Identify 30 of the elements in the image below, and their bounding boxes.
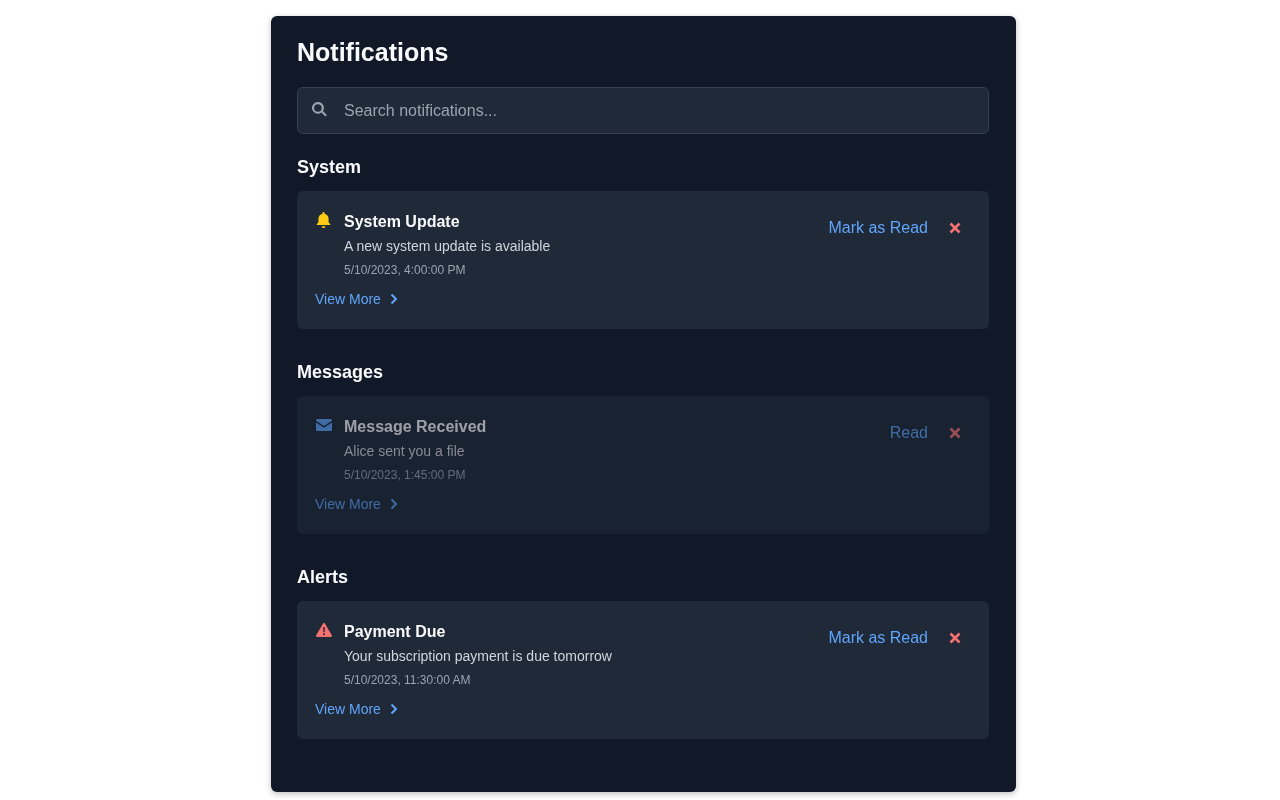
warning-icon	[316, 623, 332, 637]
envelope-icon	[316, 419, 332, 431]
notification-time: 5/10/2023, 1:45:00 PM	[344, 467, 466, 483]
notification-message: Alice sent you a file	[344, 442, 465, 461]
notification-time: 5/10/2023, 11:30:00 AM	[344, 672, 471, 688]
close-icon	[949, 427, 961, 439]
search-icon	[312, 102, 327, 117]
view-more-link[interactable]: View More	[315, 699, 398, 719]
notification-title: Payment Due	[344, 622, 446, 642]
close-icon	[949, 632, 961, 644]
search-field[interactable]: Search notifications...	[297, 87, 989, 134]
view-more-link[interactable]: View More	[315, 494, 398, 514]
close-icon	[949, 222, 961, 234]
mark-read-button[interactable]: Read	[889, 422, 928, 444]
chevron-right-icon	[389, 293, 398, 305]
section-heading: Messages	[297, 361, 385, 384]
chevron-right-icon	[389, 703, 398, 715]
notification-title: System Update	[344, 212, 460, 232]
view-more-link[interactable]: View More	[315, 289, 398, 309]
notification-title: Message Received	[344, 417, 487, 437]
section-heading: Alerts	[297, 566, 350, 589]
mark-read-button[interactable]: Mark as Read	[828, 627, 928, 649]
mark-read-button[interactable]: Mark as Read	[828, 217, 928, 239]
notification-message: A new system update is available	[344, 237, 551, 256]
notification-time: 5/10/2023, 4:00:00 PM	[344, 262, 466, 278]
notification-message: Your subscription payment is due tomorrow	[344, 647, 612, 666]
bell-icon	[316, 212, 331, 228]
panel-title: Notifications	[297, 37, 450, 68]
chevron-right-icon	[389, 498, 398, 510]
section-heading: System	[297, 156, 363, 179]
